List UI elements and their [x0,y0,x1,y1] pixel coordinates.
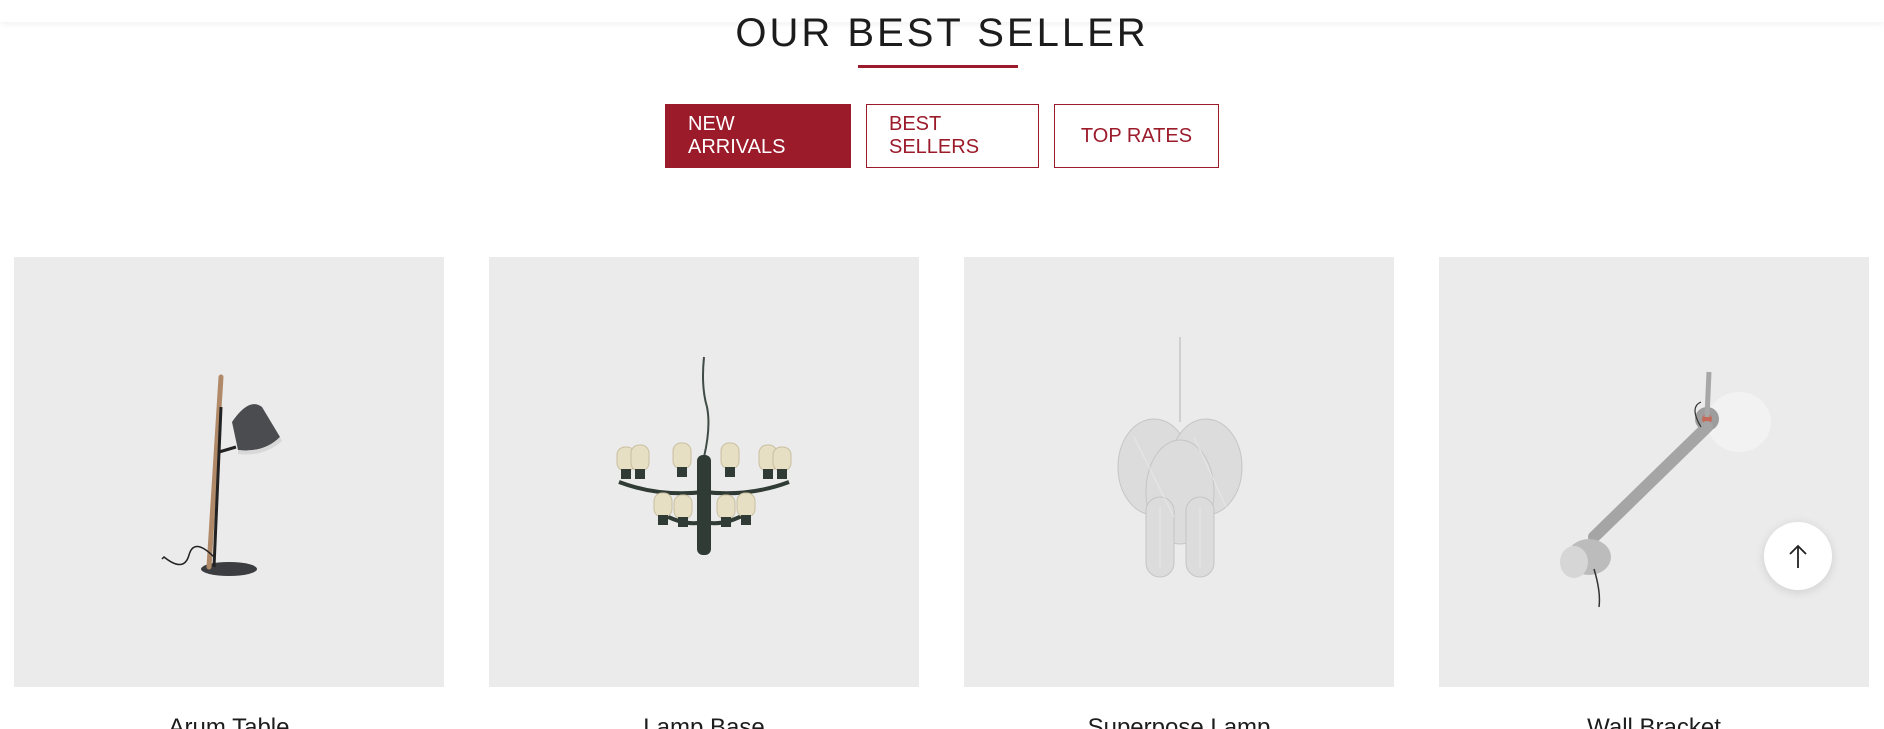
floor-lamp-icon [161,374,282,576]
product-name[interactable]: Lamp Base [489,713,919,729]
product-image[interactable] [964,257,1394,687]
product-name[interactable]: Wall Bracket [1439,713,1869,729]
arrow-up-icon [1789,544,1807,568]
product-name[interactable]: Superpose Lamp [964,713,1394,729]
section-title: OUR BEST SELLER [735,11,1149,55]
chandelier-icon [616,356,792,555]
tab-new-arrivals[interactable]: NEW ARRIVALS [665,104,851,168]
wall-lamp-icon [1560,371,1771,608]
product-card[interactable]: Lamp Base [489,257,919,729]
scroll-to-top-button[interactable] [1764,522,1832,590]
tab-best-sellers[interactable]: BEST SELLERS [866,104,1039,168]
product-name[interactable]: Arum Table [14,713,444,729]
product-image[interactable] [1439,257,1869,687]
product-image[interactable] [489,257,919,687]
product-grid: Arum Table Lamp Base Superpose Lamp Wall… [14,257,1869,729]
product-card[interactable]: Superpose Lamp [964,257,1394,729]
title-underline [858,65,1018,68]
tab-top-rates[interactable]: TOP RATES [1054,104,1219,168]
product-card[interactable]: Arum Table [14,257,444,729]
product-tabs: NEW ARRIVALS BEST SELLERS TOP RATES [0,104,1884,168]
product-card[interactable]: Wall Bracket [1439,257,1869,729]
pendant-lamp-icon [1117,337,1243,578]
product-image[interactable] [14,257,444,687]
